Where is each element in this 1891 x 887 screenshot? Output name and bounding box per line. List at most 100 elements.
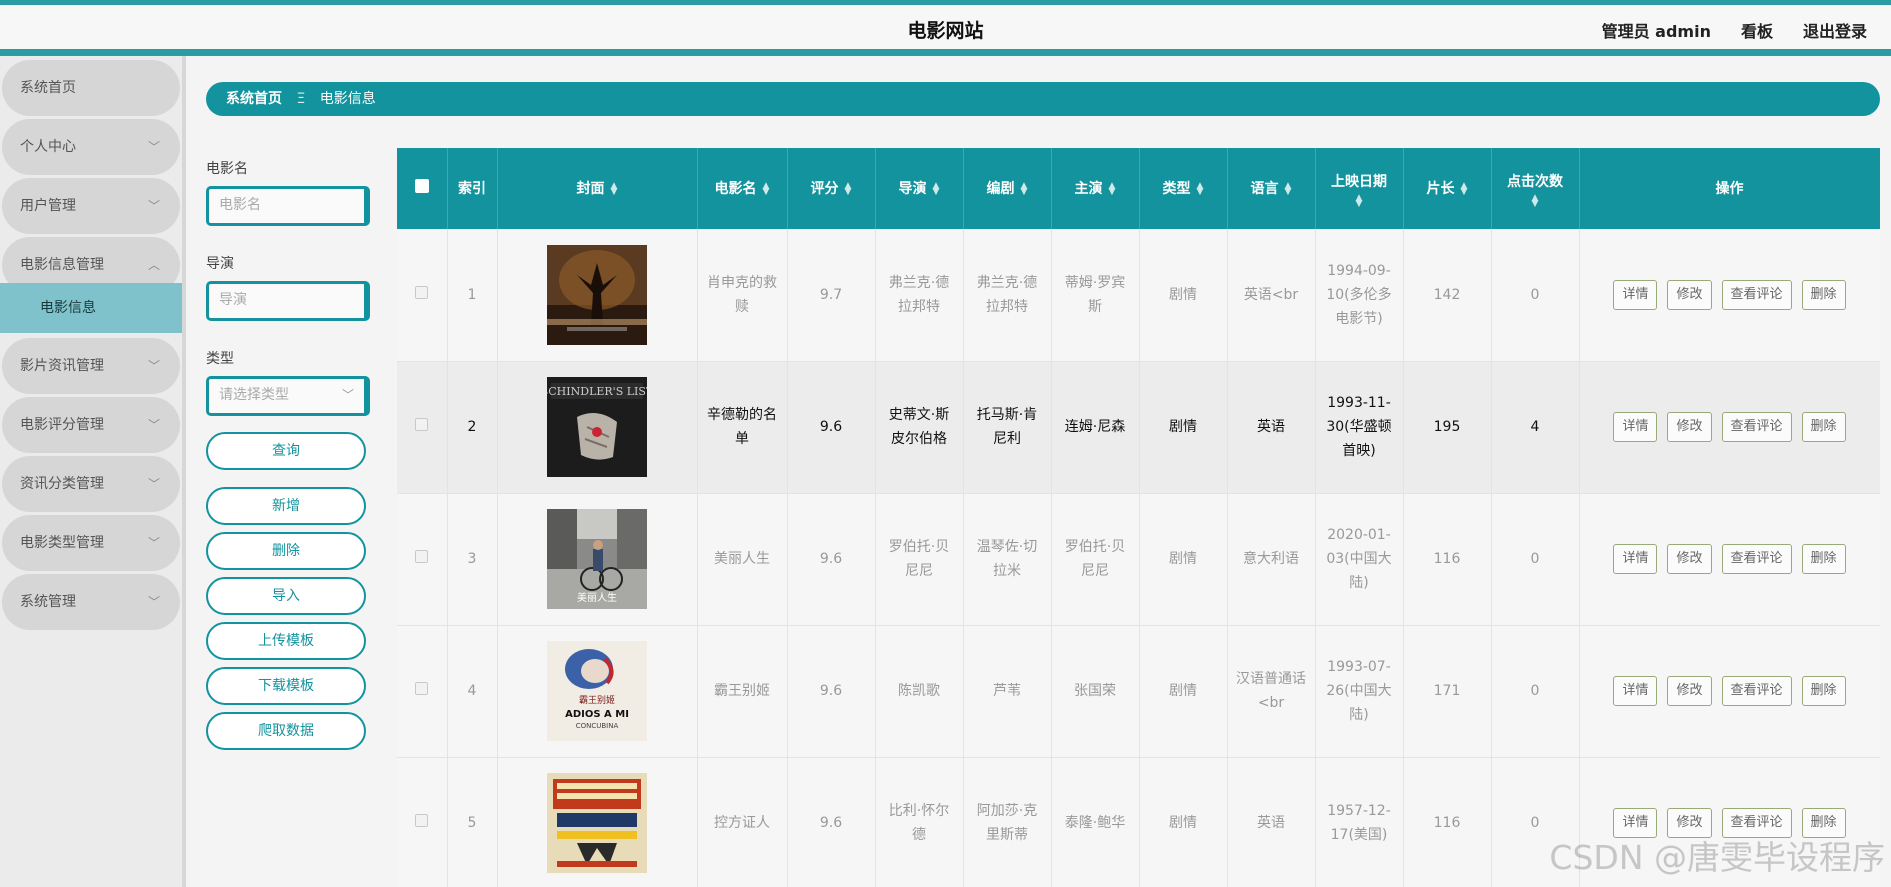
view-comments-button[interactable]: 查看评论 — [1721, 412, 1792, 442]
breadcrumb-home[interactable]: 系统首页 — [226, 91, 282, 107]
cell-director: 陈凯歌 — [875, 625, 964, 758]
movie-poster-image[interactable]: 美丽人生 — [547, 509, 647, 609]
sort-icon[interactable]: ▲ ▼ — [611, 181, 618, 196]
delete-row-button[interactable]: 删除 — [1801, 676, 1846, 706]
col-language[interactable]: 语言 ▲ ▼ — [1227, 148, 1316, 229]
delete-row-button[interactable]: 删除 — [1801, 412, 1846, 442]
edit-button[interactable]: 修改 — [1667, 412, 1712, 442]
sidebar-subitem-movie-info[interactable]: 电影信息 — [0, 283, 182, 333]
table-row: 3 美丽人生 美丽人生 9.6 罗伯托·贝尼尼 温琴佐·切拉米 罗伯托·贝尼尼 … — [397, 493, 1880, 626]
col-length-label: 片长 — [1426, 180, 1455, 197]
crawl-data-button[interactable]: 爬取数据 — [206, 712, 366, 750]
sidebar-item-system-management[interactable]: 系统管理 ﹀ — [2, 574, 180, 630]
sort-icon[interactable]: ▲ ▼ — [1197, 181, 1204, 196]
row-checkbox[interactable] — [415, 814, 429, 827]
cell-star: 罗伯托·贝尼尼 — [1051, 493, 1140, 626]
cell-index: 2 — [447, 361, 498, 494]
sidebar-item-movie-type-management[interactable]: 电影类型管理 ﹀ — [2, 515, 180, 571]
edit-button[interactable]: 修改 — [1667, 279, 1712, 310]
sort-icon[interactable]: ▲ ▼ — [1461, 181, 1468, 196]
movie-poster-image[interactable] — [547, 244, 647, 345]
view-comments-button[interactable]: 查看评论 — [1721, 279, 1792, 310]
col-name[interactable]: 电影名 ▲ ▼ — [697, 148, 788, 229]
director-input[interactable]: 导演 — [206, 281, 370, 321]
table-row: 1 肖申克的救赎 9.7 弗兰克·德拉邦特 弗兰克·德拉邦特 蒂姆·罗宾斯 剧情… — [397, 229, 1880, 362]
col-cover[interactable]: 封面 ▲ ▼ — [497, 148, 698, 229]
row-checkbox[interactable] — [415, 285, 429, 299]
sort-icon[interactable]: ▲ ▼ — [763, 181, 770, 196]
sidebar-item-home[interactable]: 系统首页 — [2, 60, 180, 116]
delete-row-button[interactable]: 删除 — [1801, 544, 1846, 574]
row-select-cell — [397, 361, 448, 494]
row-checkbox[interactable] — [415, 550, 429, 563]
delete-button[interactable]: 删除 — [206, 532, 366, 570]
sidebar-item-user-management[interactable]: 用户管理 ﹀ — [2, 178, 180, 234]
sidebar-item-film-news-management[interactable]: 影片资讯管理 ﹀ — [2, 338, 180, 394]
delete-row-button[interactable]: 删除 — [1801, 279, 1846, 310]
movie-name-input[interactable]: 电影名 — [206, 186, 370, 226]
col-director[interactable]: 导演 ▲ ▼ — [875, 148, 964, 229]
view-comments-button[interactable]: 查看评论 — [1721, 676, 1792, 706]
cell-ops: 详情 修改 查看评论 删除 — [1579, 361, 1880, 494]
table-row: 4 霸王别姬 ADIOS A MI CONCUBINA 霸王别姬 9.6 陈凯歌… — [397, 625, 1880, 758]
row-select-cell — [397, 757, 448, 887]
sort-icon[interactable]: ▲ ▼ — [1021, 181, 1028, 196]
col-star[interactable]: 主演 ▲ ▼ — [1051, 148, 1140, 229]
upload-template-button[interactable]: 上传模板 — [206, 622, 366, 660]
detail-button[interactable]: 详情 — [1613, 676, 1658, 706]
col-length[interactable]: 片长 ▲ ▼ — [1403, 148, 1492, 229]
admin-label[interactable]: 管理员 admin — [1602, 18, 1711, 42]
col-score[interactable]: 评分 ▲ ▼ — [787, 148, 876, 229]
svg-text:ADIOS A MI: ADIOS A MI — [565, 709, 629, 720]
sort-icon[interactable]: ▲ ▼ — [1320, 193, 1399, 208]
movie-poster-image[interactable] — [547, 773, 647, 873]
movie-name-label: 电影名 — [206, 161, 248, 177]
director-label: 导演 — [206, 256, 234, 272]
select-all-checkbox[interactable] — [414, 178, 429, 193]
sidebar-item-movie-score-management[interactable]: 电影评分管理 ﹀ — [2, 397, 180, 453]
import-button[interactable]: 导入 — [206, 577, 366, 615]
cell-index: 4 — [447, 625, 498, 758]
sidebar-item-personal-center[interactable]: 个人中心 ﹀ — [2, 119, 180, 175]
add-button[interactable]: 新增 — [206, 487, 366, 525]
dashboard-link[interactable]: 看板 — [1741, 18, 1773, 42]
edit-button[interactable]: 修改 — [1667, 544, 1712, 574]
col-type[interactable]: 类型 ▲ ▼ — [1139, 148, 1228, 229]
row-checkbox[interactable] — [415, 418, 429, 431]
cell-writer: 芦苇 — [963, 625, 1052, 758]
sidebar-item-label: 影片资讯管理 — [20, 358, 104, 374]
cell-type: 剧情 — [1139, 229, 1228, 362]
sort-icon[interactable]: ▲ ▼ — [1496, 193, 1575, 208]
detail-button[interactable]: 详情 — [1613, 544, 1658, 574]
sort-icon[interactable]: ▲ ▼ — [1109, 181, 1116, 196]
sort-icon[interactable]: ▲ ▼ — [845, 181, 852, 196]
col-release[interactable]: 上映日期 ▲ ▼ — [1315, 148, 1404, 229]
cell-ops: 详情 修改 查看评论 删除 — [1579, 625, 1880, 758]
type-select[interactable]: 请选择类型 ﹀ — [206, 376, 370, 416]
view-comments-button[interactable]: 查看评论 — [1721, 544, 1792, 574]
col-clicks[interactable]: 点击次数 ▲ ▼ — [1491, 148, 1580, 229]
col-writer-label: 编剧 — [986, 180, 1015, 197]
detail-button[interactable]: 详情 — [1613, 412, 1658, 442]
logout-link[interactable]: 退出登录 — [1803, 18, 1867, 42]
sidebar-item-news-category-management[interactable]: 资讯分类管理 ﹀ — [2, 456, 180, 512]
cell-star: 蒂姆·罗宾斯 — [1051, 229, 1140, 362]
cell-ops: 详情 修改 查看评论 删除 — [1579, 229, 1880, 362]
movie-poster-image[interactable]: SCHINDLER'S LIST — [547, 377, 647, 477]
cell-language: 英语 — [1227, 757, 1316, 887]
col-writer[interactable]: 编剧 ▲ ▼ — [963, 148, 1052, 229]
detail-button[interactable]: 详情 — [1613, 279, 1658, 310]
cell-score: 9.6 — [787, 757, 876, 887]
sort-icon[interactable]: ▲ ▼ — [1285, 181, 1292, 196]
col-cover-label: 封面 — [576, 180, 605, 197]
download-template-button[interactable]: 下载模板 — [206, 667, 366, 705]
query-button[interactable]: 查询 — [206, 432, 366, 470]
edit-button[interactable]: 修改 — [1667, 676, 1712, 706]
row-checkbox[interactable] — [415, 682, 429, 695]
col-star-label: 主演 — [1074, 180, 1103, 197]
movie-poster-image[interactable]: 霸王别姬 ADIOS A MI CONCUBINA — [547, 641, 647, 741]
cell-type: 剧情 — [1139, 493, 1228, 626]
cell-director: 罗伯托·贝尼尼 — [875, 493, 964, 626]
sort-icon[interactable]: ▲ ▼ — [933, 181, 940, 196]
chevron-down-icon: ﹀ — [147, 595, 160, 609]
